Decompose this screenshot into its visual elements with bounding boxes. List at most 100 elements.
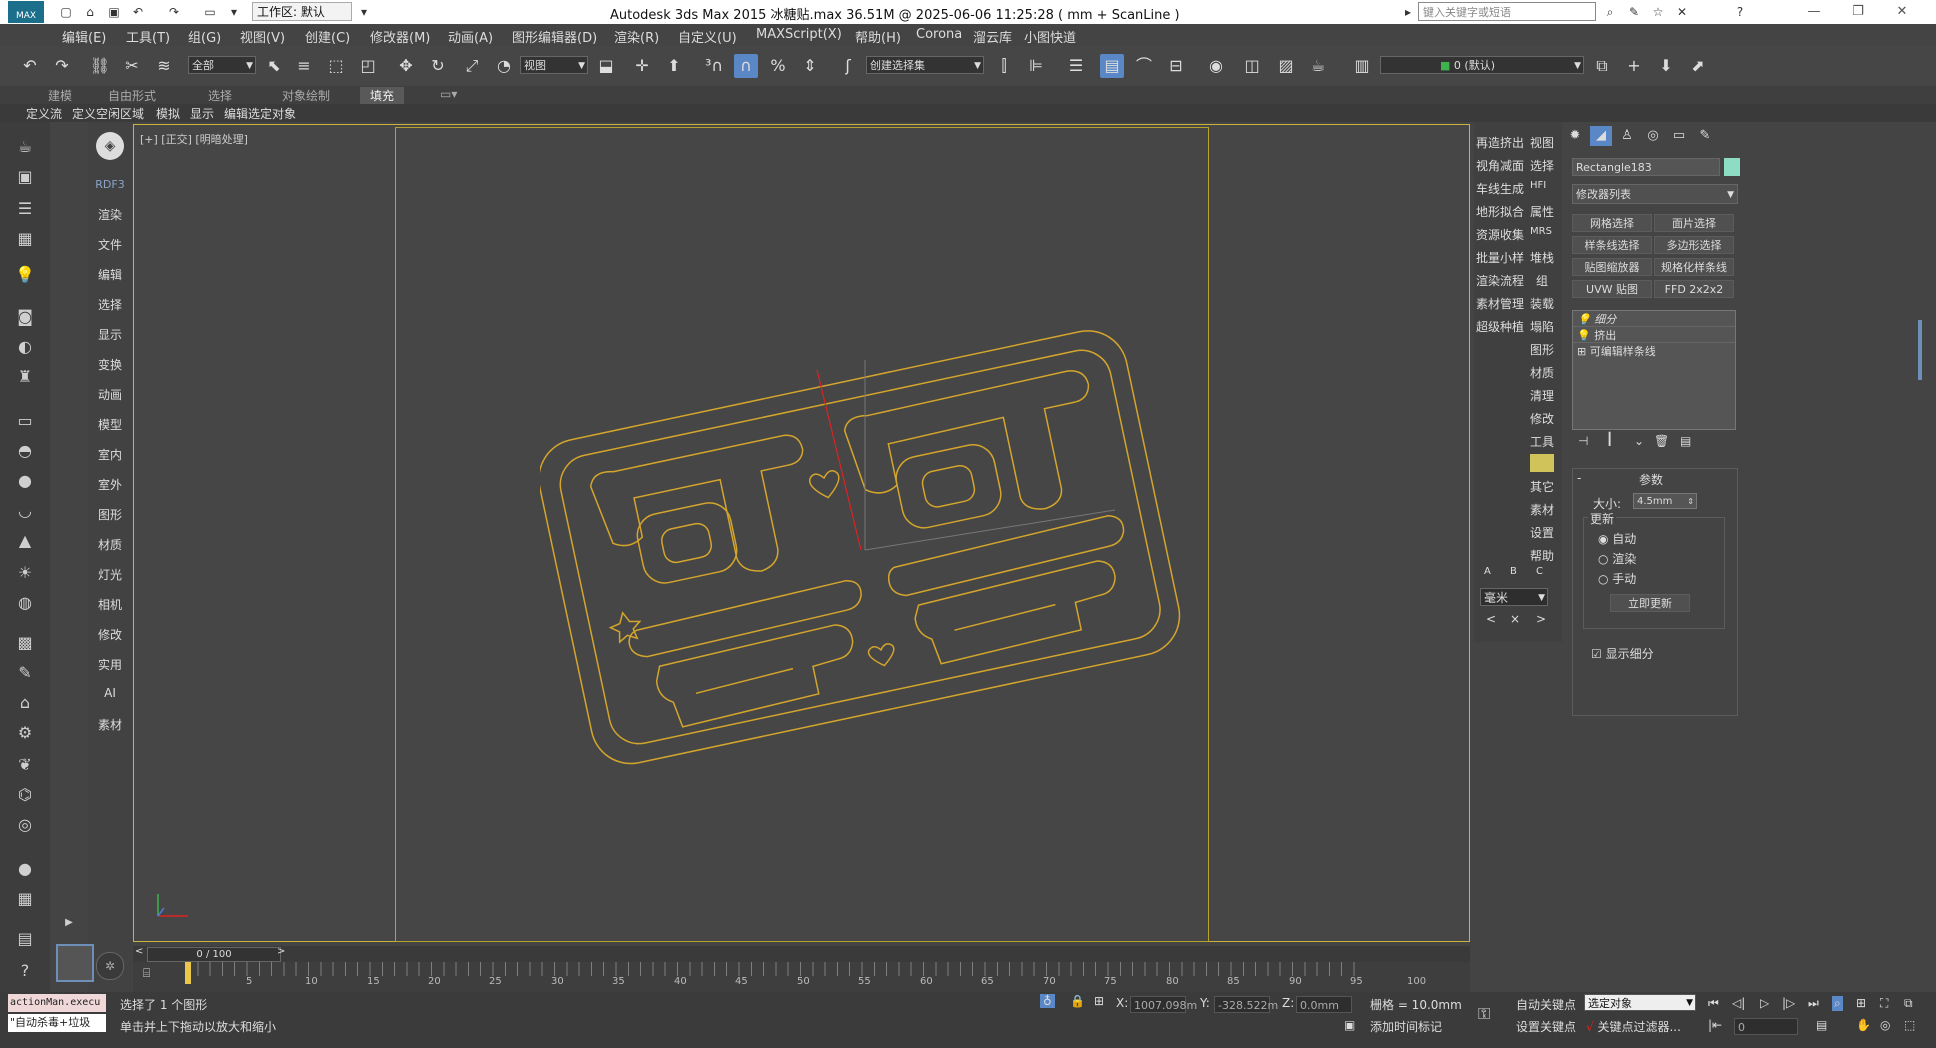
set-key-button[interactable]: 设置关键点 [1516, 1018, 1576, 1035]
rp-prev-icon[interactable]: < [1486, 612, 1496, 626]
rp-settings[interactable]: 设置 [1530, 524, 1554, 541]
cone-icon[interactable]: ▲ [14, 530, 36, 552]
rp-close-icon[interactable]: × [1510, 612, 1520, 626]
time-slider-thumb[interactable]: 0 / 100 [147, 947, 281, 962]
restore-icon[interactable]: ❐ [1836, 0, 1880, 24]
redo-icon[interactable]: ↷ [166, 4, 182, 20]
play-icon[interactable]: ▷ [1760, 996, 1769, 1010]
keyboard-shortcut-icon[interactable]: ⬆ [662, 54, 686, 78]
rp-view[interactable]: 视图 [1530, 134, 1554, 151]
selection-filter-select[interactable]: 全部 ▼ [188, 56, 256, 74]
tab-populate[interactable]: 填充 [360, 87, 405, 104]
rp-terrain-fit[interactable]: 地形拟合 [1476, 203, 1524, 220]
stack-item-subdivide[interactable]: 💡 细分 [1573, 311, 1735, 327]
gear-icon[interactable]: ⚙ [14, 722, 36, 744]
curve-editor-icon[interactable]: ⌒ [1132, 54, 1156, 78]
track-bar[interactable]: ⌸ 5 10 15 20 25 30 35 40 45 50 55 60 65 … [133, 962, 1470, 992]
move-icon[interactable]: ✥ [394, 54, 418, 78]
undo-icon[interactable]: ↶ [18, 54, 42, 78]
window-crossing-icon[interactable]: ◰ [356, 54, 380, 78]
edit-selected[interactable]: 编辑选定对象 [224, 105, 296, 122]
radio-manual[interactable]: ○ 手动 [1598, 570, 1636, 587]
plugin-item-file[interactable]: 文件 [88, 236, 132, 253]
pin-stack-icon[interactable]: ⊣ [1578, 434, 1588, 448]
display-tab-icon[interactable]: ▭ [1668, 126, 1690, 146]
rp-batch-sample[interactable]: 批量小样 [1476, 249, 1524, 266]
show-subdiv-checkbox[interactable]: ☑ 显示细分 [1591, 645, 1654, 662]
sun-icon[interactable]: ☀ [14, 562, 36, 584]
add-time-tag[interactable]: 添加时间标记 [1370, 1018, 1442, 1035]
percent-snap-icon[interactable]: % [766, 54, 790, 78]
rp-load[interactable]: 装载 [1530, 295, 1554, 312]
brush-icon[interactable]: ✎ [14, 662, 36, 684]
menu-rendering[interactable]: 渲染(R) [614, 27, 659, 46]
layers-icon[interactable]: ▥ [1350, 54, 1374, 78]
tab-modeling[interactable]: 建模 [48, 87, 72, 104]
rp-hfi[interactable]: HFI [1530, 180, 1546, 191]
key-filters-button[interactable]: √ 关键点过滤器... [1586, 1018, 1681, 1035]
sphere-icon[interactable]: ● [14, 470, 36, 492]
rp-select[interactable]: 选择 [1530, 157, 1554, 174]
spline-select-button[interactable]: 样条线选择 [1572, 236, 1652, 254]
ffd-button[interactable]: FFD 2x2x2 [1654, 280, 1734, 298]
settings-gear-icon[interactable]: ✲ [96, 952, 124, 980]
globe-icon[interactable]: ● [14, 858, 36, 880]
close-icon[interactable]: ✕ [1880, 0, 1924, 24]
maxscript-output[interactable]: "自动杀毒+垃圾 [8, 1014, 106, 1032]
teapot-icon[interactable]: ☕ [14, 136, 36, 158]
absolute-mode-icon[interactable]: ⊞ [1094, 994, 1104, 1008]
table-icon[interactable]: ▦ [14, 228, 36, 250]
define-flows[interactable]: 定义流 [26, 105, 62, 122]
rp-tools[interactable]: 工具 [1530, 433, 1554, 450]
selected-object-select[interactable]: 选定对象 ▼ [1584, 994, 1696, 1011]
stamp-spline-drawing[interactable] [540, 320, 1200, 780]
radio-render[interactable]: ○ 渲染 [1598, 550, 1636, 567]
app-logo-icon[interactable]: MAX [8, 1, 44, 23]
menu-customize[interactable]: 自定义(U) [678, 27, 737, 46]
image-icon[interactable]: ▣ [14, 166, 36, 188]
spinner-snap-icon[interactable]: ⇕ [798, 54, 822, 78]
rp-render-flow[interactable]: 渲染流程 [1476, 272, 1524, 289]
maximize-viewport-icon[interactable]: ⬚ [1904, 1018, 1915, 1032]
plugin-item-camera[interactable]: 相机 [88, 596, 132, 613]
rp-cleanup[interactable]: 清理 [1530, 387, 1554, 404]
maxscript-listener[interactable]: actionMan.execu [8, 994, 106, 1012]
ox-icon[interactable]: ◎ [14, 814, 36, 836]
rp-group[interactable]: 组 [1536, 272, 1548, 289]
zoom-icon[interactable]: ⌕ [1832, 996, 1843, 1011]
object-name-field[interactable]: Rectangle183 [1572, 158, 1720, 176]
plugin-item-model[interactable]: 模型 [88, 416, 132, 433]
rollout-collapse-icon[interactable]: - [1577, 471, 1581, 485]
plugin-logo-icon[interactable]: ◈ [96, 132, 124, 160]
plugin-item-select[interactable]: 选择 [88, 296, 132, 313]
lock-icon[interactable]: 🔒 [1070, 994, 1085, 1008]
light-icon[interactable]: 💡 [14, 264, 36, 286]
viewport-label[interactable]: [+] [正交] [明暗处理] [140, 131, 248, 147]
x-coord-field[interactable]: 1007.098m [1130, 996, 1197, 1013]
help-icon[interactable]: ? [1732, 4, 1748, 20]
rp-modify[interactable]: 修改 [1530, 410, 1554, 427]
show-end-result-icon[interactable]: ┃ [1606, 432, 1613, 446]
create-tab-icon[interactable]: ✹ [1564, 126, 1586, 146]
bowl-icon[interactable]: ◡ [14, 500, 36, 522]
mesh-select-button[interactable]: 网格选择 [1572, 214, 1652, 232]
exchange-icon[interactable]: ✕ [1674, 4, 1690, 20]
bulb-icon[interactable]: 💡 [1577, 313, 1591, 326]
rp-reduce[interactable]: 视角减面 [1476, 157, 1524, 174]
schematic-view-icon[interactable]: ⊟ [1164, 54, 1188, 78]
camera-icon[interactable]: ◙ [14, 306, 36, 328]
panel-icon[interactable]: ▤ [14, 928, 36, 950]
create-layer-icon[interactable]: + [1622, 54, 1646, 78]
place-icon[interactable]: ◔ [492, 54, 516, 78]
plant-icon[interactable]: ❦ [14, 754, 36, 776]
save-icon[interactable]: ▣ [106, 4, 122, 20]
next-frame-icon[interactable]: |▷ [1782, 996, 1795, 1010]
ref-coord-select[interactable]: 视图 ▼ [520, 56, 588, 74]
link-icon[interactable]: ⛓ [88, 54, 112, 78]
zoom-extents-icon[interactable]: ⛶ [1880, 996, 1888, 1011]
search-toggle-icon[interactable]: ▸ [1400, 4, 1416, 20]
structure-icon[interactable]: ⌂ [14, 692, 36, 714]
quick-access-more-icon[interactable]: ▾ [226, 4, 242, 20]
box-icon[interactable]: ▭ [14, 410, 36, 432]
command-panel-scrollbar[interactable] [1918, 320, 1922, 380]
